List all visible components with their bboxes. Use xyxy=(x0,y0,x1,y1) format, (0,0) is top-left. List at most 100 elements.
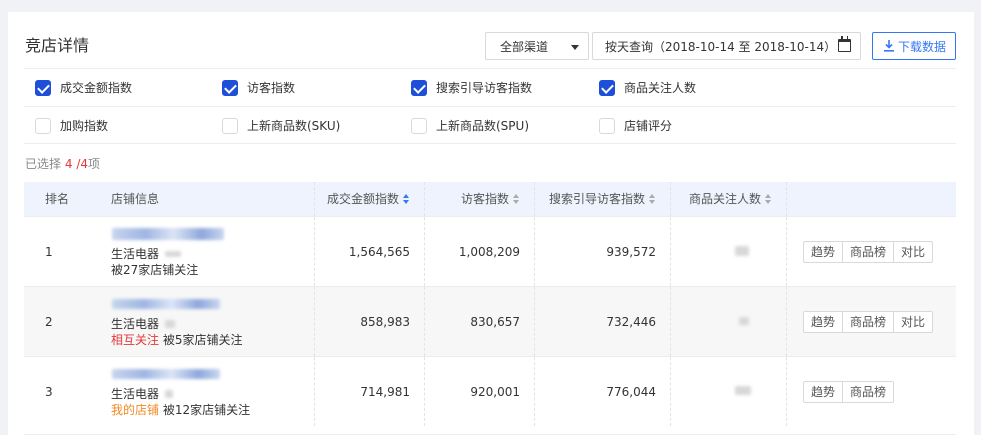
header-visitors-wrap: 访客指数 xyxy=(461,191,520,207)
selection-total: /4 xyxy=(76,157,88,171)
shop-category: 生活电器 xyxy=(111,316,159,332)
search-visitors-value: 939,572 xyxy=(606,245,656,259)
followers-cell xyxy=(670,357,786,426)
header-visitors[interactable]: 访客指数 xyxy=(424,182,534,216)
followers-redacted xyxy=(735,386,751,395)
shop-followers-count: 被12家店铺关注 xyxy=(162,403,251,417)
gmv-cell: 1,564,565 xyxy=(314,217,424,286)
metric-label: 上新商品数(SKU) xyxy=(247,119,341,133)
followers-cell xyxy=(670,287,786,356)
trend-button[interactable]: 趋势 xyxy=(803,311,844,333)
mutual-follow-tag: 相互关注 xyxy=(111,333,160,347)
actions-cell: 趋势 商品榜 xyxy=(786,357,956,426)
selection-count: 已选择 4 /4项 xyxy=(25,156,100,172)
table-row: 2 生活电器 相互关注 被5家店铺关注 858,983 830,657 732,… xyxy=(24,286,956,356)
shop-name-redacted[interactable] xyxy=(112,369,220,379)
sort-icon[interactable] xyxy=(765,194,772,204)
search-visitors-cell: 939,572 xyxy=(534,217,670,286)
trend-button[interactable]: 趋势 xyxy=(803,241,844,263)
shop-category: 生活电器 xyxy=(111,386,159,402)
metric-label: 访客指数 xyxy=(247,81,296,95)
table-row: 1 生活电器 被27家店铺关注 1,564,565 1,008,209 939,… xyxy=(24,216,956,286)
visitors-value: 830,657 xyxy=(470,315,520,329)
metric-label: 加购指数 xyxy=(60,119,109,133)
download-data-button[interactable]: 下载数据 xyxy=(872,32,956,60)
metric-label: 上新商品数(SPU) xyxy=(436,119,530,133)
checkbox-unchecked[interactable] xyxy=(35,118,51,134)
channel-select[interactable]: 全部渠道 xyxy=(485,32,589,60)
metric-row-1: 成交金额指数 访客指数 搜索引导访客指数 商品关注人数 xyxy=(24,68,956,106)
shop-name-redacted[interactable] xyxy=(112,299,220,309)
header-followers-wrap: 商品关注人数 xyxy=(689,191,772,207)
header-search-visitors[interactable]: 搜索引导访客指数 xyxy=(534,182,670,216)
shop-category-label: 生活电器 xyxy=(111,247,160,261)
search-visitors-value: 732,446 xyxy=(606,315,656,329)
gmv-cell: 858,983 xyxy=(314,287,424,356)
trend-button[interactable]: 趋势 xyxy=(803,381,844,403)
gmv-cell: 714,981 xyxy=(314,357,424,426)
metric-filters: 成交金额指数 访客指数 搜索引导访客指数 商品关注人数 加购指数 上新商品数(S… xyxy=(24,68,956,145)
product-rank-button[interactable]: 商品榜 xyxy=(842,311,895,333)
sort-icon[interactable] xyxy=(403,194,410,204)
header-shop: 店铺信息 xyxy=(98,182,314,216)
checkbox-checked[interactable] xyxy=(222,80,238,96)
sort-icon[interactable] xyxy=(649,194,656,204)
header-visitors-label: 访客指数 xyxy=(460,192,509,206)
checkbox-unchecked[interactable] xyxy=(411,118,427,134)
header-actions xyxy=(786,182,956,216)
header-followers-label: 商品关注人数 xyxy=(688,192,761,206)
shop-followers: 我的店铺 被12家店铺关注 xyxy=(111,402,250,418)
shop-cell: 生活电器 相互关注 被5家店铺关注 xyxy=(98,287,314,356)
rank-cell: 1 xyxy=(24,217,98,286)
rank-cell: 3 xyxy=(24,357,98,426)
header-rank: 排名 xyxy=(24,182,98,216)
header-search-visitors-label: 搜索引导访客指数 xyxy=(548,192,645,206)
checkbox-checked[interactable] xyxy=(599,80,615,96)
compare-button[interactable]: 对比 xyxy=(893,241,934,263)
followers-cell xyxy=(670,217,786,286)
search-visitors-cell: 732,446 xyxy=(534,287,670,356)
my-shop-tag: 我的店铺 xyxy=(111,403,160,417)
competitor-shop-card: 竞店详情 全部渠道 按天查询（2018-10-14 至 2018-10-14） … xyxy=(8,12,974,435)
metric-label: 商品关注人数 xyxy=(624,81,697,95)
checkbox-unchecked[interactable] xyxy=(222,118,238,134)
date-range-text: 按天查询（2018-10-14 至 2018-10-14） xyxy=(605,40,837,54)
visitors-value: 920,001 xyxy=(470,385,520,399)
header-gmv-label: 成交金额指数 xyxy=(326,192,399,206)
redacted-mark xyxy=(165,320,175,328)
metric-label: 成交金额指数 xyxy=(60,81,133,95)
date-range-picker[interactable]: 按天查询（2018-10-14 至 2018-10-14） xyxy=(592,32,861,60)
product-rank-button[interactable]: 商品榜 xyxy=(842,381,895,403)
checkbox-unchecked[interactable] xyxy=(599,118,615,134)
product-rank-button[interactable]: 商品榜 xyxy=(842,241,895,263)
redacted-mark xyxy=(165,251,181,257)
sort-icon[interactable] xyxy=(513,194,520,204)
selection-number: 4 xyxy=(64,157,73,171)
checkbox-checked[interactable] xyxy=(35,80,51,96)
rank-value: 1 xyxy=(45,245,53,259)
header-followers[interactable]: 商品关注人数 xyxy=(670,182,786,216)
shop-name-redacted[interactable] xyxy=(112,228,224,240)
redacted-mark xyxy=(165,390,173,398)
shop-category-label: 生活电器 xyxy=(111,387,160,401)
download-data-label: 下载数据 xyxy=(898,40,947,54)
table-header: 排名 店铺信息 成交金额指数 访客指数 搜索引导访客指数 商品关注人数 xyxy=(24,182,956,216)
header-gmv-wrap: 成交金额指数 xyxy=(327,191,410,207)
selection-suffix: 项 xyxy=(88,157,101,171)
download-icon xyxy=(884,40,894,52)
row-actions: 趋势 商品榜 xyxy=(803,381,895,403)
shop-category-label: 生活电器 xyxy=(111,317,160,331)
gmv-value: 714,981 xyxy=(360,385,410,399)
search-visitors-value: 776,044 xyxy=(606,385,656,399)
header-gmv[interactable]: 成交金额指数 xyxy=(314,182,424,216)
header-rank-label: 排名 xyxy=(45,192,70,206)
compare-button[interactable]: 对比 xyxy=(893,311,934,333)
checkbox-checked[interactable] xyxy=(411,80,427,96)
header-search-visitors-wrap: 搜索引导访客指数 xyxy=(549,191,656,207)
calendar-icon[interactable] xyxy=(838,36,851,52)
table-row: 3 生活电器 我的店铺 被12家店铺关注 714,981 920,001 776… xyxy=(24,356,956,426)
gmv-value: 858,983 xyxy=(360,315,410,329)
gmv-value: 1,564,565 xyxy=(348,245,410,259)
page-title: 竞店详情 xyxy=(25,36,90,55)
followers-redacted xyxy=(739,317,749,325)
